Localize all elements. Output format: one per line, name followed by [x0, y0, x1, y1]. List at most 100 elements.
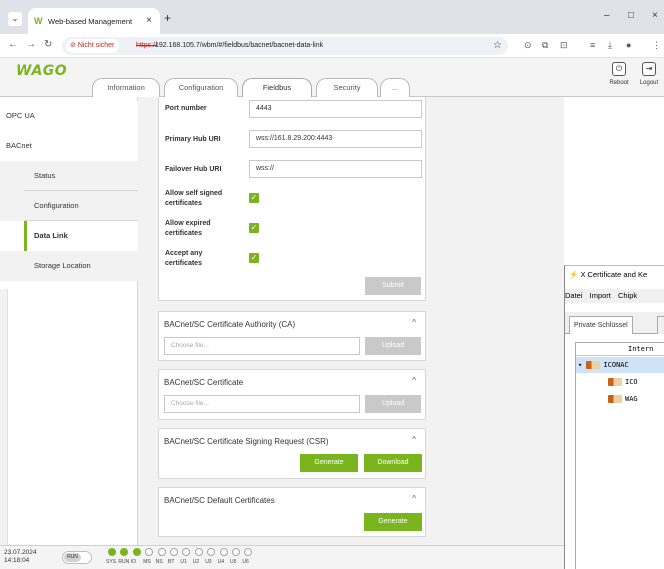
forward-icon[interactable]: → [26, 39, 36, 50]
led-u6 [244, 548, 253, 556]
certificate-file-input[interactable]: Choose file... [164, 395, 360, 413]
csr-panel-title[interactable]: BACnet/SC Certificate Signing Request (C… [164, 437, 329, 446]
sidebar-item-opc-ua[interactable]: OPC UA [0, 101, 138, 131]
primary-hub-input[interactable]: wss://161.8.29.200:4443 [249, 130, 422, 148]
window-logo-icon: ⚡ [569, 270, 581, 279]
bookmark-star-icon[interactable]: ☆ [493, 40, 502, 51]
reboot-button[interactable]: ⏻ Reboot [606, 62, 632, 86]
primary-hub-label: Primary Hub URI [165, 136, 221, 143]
tab-fieldbus[interactable]: Fieldbus [242, 78, 312, 98]
led-label: U5 [230, 559, 237, 565]
led-ns [157, 548, 166, 556]
submit-button[interactable]: Submit [365, 277, 421, 295]
security-warning-badge[interactable]: ⊘ Nicht sicher [66, 39, 120, 53]
maximize-icon[interactable]: □ [628, 10, 634, 21]
led-label: IO [130, 559, 137, 565]
failover-hub-input[interactable]: wss:// [249, 160, 422, 178]
tab-private-keys[interactable]: Private Schlüssel [569, 316, 633, 334]
status-datetime: 23.07.2024 14:18:04 [4, 549, 37, 565]
tree-row-ico[interactable]: ICO [608, 374, 638, 390]
ca-upload-button[interactable]: Upload [365, 337, 421, 355]
tab-configuration[interactable]: Configuration [164, 78, 238, 97]
extension-icon[interactable]: ⊙ [524, 40, 532, 51]
menu-chipkarte[interactable]: Chipk [618, 291, 637, 300]
expand-chevron-icon[interactable]: ▾ [578, 361, 586, 369]
tree-row-wag[interactable]: WAG [608, 391, 638, 407]
tree-row-label: ICO [625, 378, 638, 386]
certificate-icon [586, 361, 601, 369]
url-scheme: https:// [136, 42, 158, 49]
run-switch-label: RUN [64, 553, 81, 562]
run-switch[interactable]: RUN [62, 551, 92, 564]
list-icon[interactable]: ≡ [590, 40, 595, 50]
minimize-icon[interactable]: – [604, 10, 610, 21]
sidebar-item-data-link[interactable]: Data Link [0, 221, 138, 251]
default-generate-button[interactable]: Generate [364, 513, 422, 531]
url-field[interactable]: ⊘ Nicht sicher https:// 192.168.105.7/wb… [62, 37, 508, 55]
certificate-window-title[interactable]: ⚡ X Certificate and Ke [565, 266, 664, 284]
led-io [132, 548, 141, 556]
puzzle-icon[interactable]: ⊡ [560, 40, 568, 51]
sidebar-item-status[interactable]: Status [0, 161, 138, 191]
tab-close-icon[interactable]: × [146, 15, 152, 26]
tab-information[interactable]: Information [92, 78, 160, 97]
failover-hub-label: Failover Hub URI [165, 166, 222, 173]
tree-column-header[interactable]: Intern [576, 343, 664, 356]
tab-search-icon[interactable]: ⌄ [8, 12, 22, 26]
ca-panel-title[interactable]: BACnet/SC Certificate Authority (CA) [164, 320, 295, 329]
certificate-window-title-text: X Certificate and Ke [580, 270, 648, 279]
chevron-up-icon[interactable]: ^ [412, 435, 416, 444]
expired-checkbox[interactable]: ✓ [249, 223, 259, 233]
accept-any-checkbox[interactable]: ✓ [249, 253, 259, 263]
copy-icon[interactable]: ⧉ [542, 40, 548, 51]
tree-row-label: WAG [625, 395, 638, 403]
power-icon: ⏻ [612, 62, 626, 76]
tab-security[interactable]: Security [316, 78, 378, 97]
self-signed-checkbox[interactable]: ✓ [249, 193, 259, 203]
menu-datei[interactable]: Datei [565, 291, 583, 300]
led-run [120, 548, 129, 556]
profile-icon[interactable]: ● [626, 40, 631, 50]
led-sys [108, 548, 116, 556]
browser-tab-strip: ⌄ W Web-based Management × + – □ × [0, 0, 664, 34]
logout-button[interactable]: ⇥ Logout [636, 62, 662, 86]
tab-more[interactable]: ... [380, 78, 410, 97]
led-label: U2 [192, 559, 200, 565]
new-tab-icon[interactable]: + [164, 11, 171, 25]
status-bar: 23.07.2024 14:18:04 RUN SYS RUN IO MS NS BT U1… [0, 545, 564, 569]
tree-row-iconac[interactable]: ▾ ICONAC [576, 357, 664, 373]
self-signed-label: Allow self signed certificates [165, 190, 223, 207]
certificate-upload-button[interactable]: Upload [365, 395, 421, 413]
sidebar-item-bacnet[interactable]: BACnet [0, 131, 138, 161]
csr-generate-button[interactable]: Generate [300, 454, 358, 472]
security-warning-label: Nicht sicher [77, 42, 115, 49]
download-icon[interactable]: ⤓ [608, 40, 612, 51]
window-close-icon[interactable]: × [652, 10, 658, 21]
led-label: U3 [205, 559, 212, 565]
default-certificates-title[interactable]: BACnet/SC Default Certificates [164, 496, 275, 505]
accept-any-label: Accept any certificates [165, 250, 203, 267]
port-label: Port number [165, 105, 207, 112]
main-content: Port number 4443 Primary Hub URI wss://1… [138, 97, 564, 545]
chevron-up-icon[interactable]: ^ [412, 494, 416, 503]
chevron-up-icon[interactable]: ^ [412, 318, 416, 327]
certificate-window-menubar: Datei Import Chipk [565, 289, 664, 303]
back-icon[interactable]: ← [8, 39, 18, 50]
more-menu-icon[interactable]: ⋮ [652, 40, 661, 51]
port-input[interactable]: 4443 [249, 100, 422, 118]
sidebar-item-storage-location[interactable]: Storage Location [0, 251, 138, 281]
csr-download-button[interactable]: Download [364, 454, 422, 472]
browser-tab[interactable]: W Web-based Management × [28, 8, 160, 34]
menu-import[interactable]: Import [590, 291, 611, 300]
sidebar: OPC UA BACnet Status Configuration Data … [0, 97, 138, 545]
chevron-up-icon[interactable]: ^ [412, 376, 416, 385]
tab-next[interactable] [657, 316, 664, 334]
sidebar-indent-strip [0, 289, 8, 545]
default-certificates-panel: BACnet/SC Default Certificates ^ Generat… [158, 487, 426, 537]
ca-file-input[interactable]: Choose file... [164, 337, 360, 355]
logout-icon: ⇥ [642, 62, 656, 76]
status-time: 14:18:04 [4, 557, 30, 564]
sidebar-item-configuration[interactable]: Configuration [0, 191, 138, 221]
reload-icon[interactable]: ↻ [44, 39, 52, 50]
certificate-panel-title[interactable]: BACnet/SC Certificate [164, 378, 243, 387]
